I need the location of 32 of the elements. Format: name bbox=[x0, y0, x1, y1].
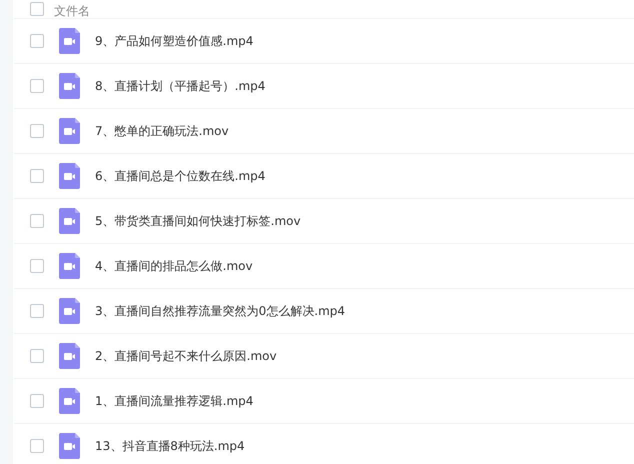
video-file-icon bbox=[59, 73, 80, 99]
checkbox[interactable] bbox=[30, 349, 44, 363]
video-file-icon bbox=[59, 118, 80, 144]
file-name[interactable]: 7、憋单的正确玩法.mov bbox=[95, 122, 229, 140]
checkbox[interactable] bbox=[30, 259, 44, 273]
checkbox[interactable] bbox=[30, 169, 44, 183]
file-name[interactable]: 6、直播间总是个位数在线.mp4 bbox=[95, 168, 266, 184]
file-name[interactable]: 5、带货类直播间如何快速打标签.mov bbox=[95, 212, 301, 230]
column-header: 文件名 bbox=[54, 4, 90, 18]
video-file-icon bbox=[59, 208, 80, 234]
file-name[interactable]: 1、直播间流量推荐逻辑.mp4 bbox=[95, 392, 254, 410]
video-file-icon bbox=[59, 253, 80, 279]
select-all-checkbox[interactable] bbox=[30, 2, 44, 16]
video-file-icon bbox=[59, 343, 80, 369]
checkbox[interactable] bbox=[30, 214, 44, 228]
checkbox[interactable] bbox=[30, 34, 44, 48]
video-file-icon bbox=[59, 433, 80, 459]
file-name[interactable]: 13、抖音直播8种玩法.mp4 bbox=[95, 438, 245, 454]
checkbox[interactable] bbox=[30, 124, 44, 138]
checkbox[interactable] bbox=[30, 439, 44, 453]
file-name[interactable]: 2、直播间号起不来什么原因.mov bbox=[95, 348, 277, 364]
video-file-icon bbox=[59, 298, 80, 324]
file-name[interactable]: 4、直播间的排品怎么做.mov bbox=[95, 258, 253, 274]
video-file-icon bbox=[59, 28, 80, 54]
checkbox[interactable] bbox=[30, 394, 44, 408]
checkbox[interactable] bbox=[30, 79, 44, 93]
checkbox[interactable] bbox=[30, 304, 44, 318]
file-name[interactable]: 8、直播计划（平播起号）.mp4 bbox=[95, 78, 266, 94]
file-name[interactable]: 3、直播间自然推荐流量突然为0怎么解决.mp4 bbox=[95, 302, 346, 320]
video-file-icon bbox=[59, 163, 80, 189]
video-file-icon bbox=[59, 388, 80, 414]
file-name[interactable]: 9、产品如何塑造价值感.mp4 bbox=[95, 32, 254, 50]
